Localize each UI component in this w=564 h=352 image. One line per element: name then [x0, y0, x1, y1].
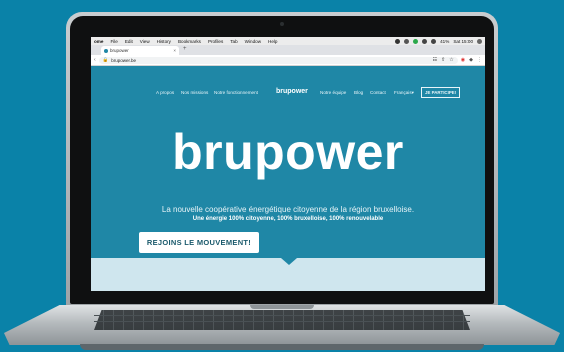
hero-subtagline: Une énergie 100% citoyenne, 100% bruxell… [192, 216, 384, 222]
nav-missions[interactable]: Nos missions [181, 90, 208, 95]
laptop-hinge [250, 305, 314, 309]
nav-contact[interactable]: Contact [370, 90, 386, 95]
keyboard-row-divider [94, 321, 470, 322]
keyboard-row-divider [94, 315, 470, 316]
join-movement-button[interactable]: REJOINS LE MOUVEMENT! [139, 232, 259, 253]
nav-join-button[interactable]: JE PARTICIPE! [421, 87, 461, 98]
nav-blog[interactable]: Blog [354, 90, 363, 95]
nav-language[interactable]: Français▾ [394, 90, 414, 96]
nav-about[interactable]: A propos [156, 90, 174, 95]
camera-icon [280, 22, 284, 26]
nav-logo[interactable]: brupower [276, 88, 308, 95]
laptop-foot [80, 344, 484, 350]
hero-logo: brupower [172, 124, 404, 180]
site-nav: A propos Nos missions Notre fonctionneme… [91, 87, 485, 98]
down-arrow-icon [281, 258, 297, 265]
hero-tagline: La nouvelle coopérative énergétique cito… [161, 205, 415, 214]
nav-how[interactable]: Notre fonctionnement [214, 90, 258, 95]
nav-team[interactable]: Notre équipe [320, 90, 346, 95]
keyboard [94, 310, 470, 330]
